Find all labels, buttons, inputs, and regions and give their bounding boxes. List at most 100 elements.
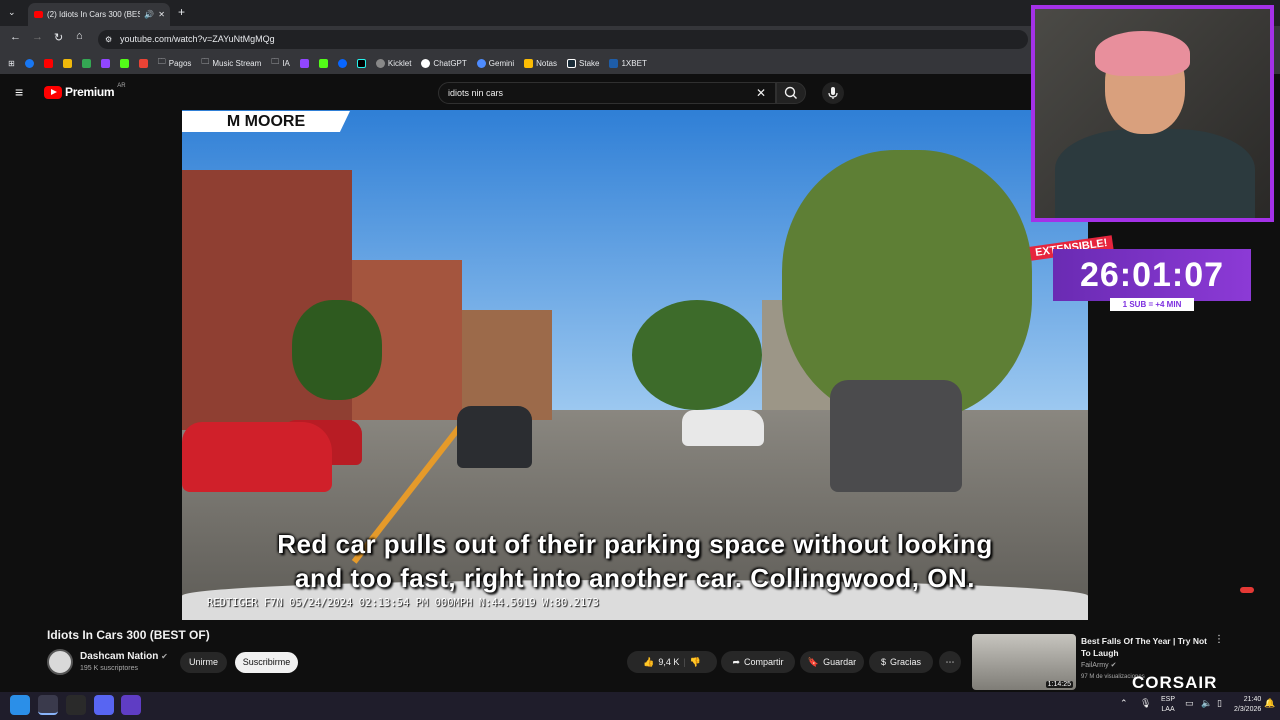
bookmark-stake[interactable]: Stake [567, 58, 599, 68]
volume-icon[interactable]: 🔈 [1201, 698, 1212, 709]
tab-audio-icon[interactable]: 🔊 [144, 10, 154, 19]
reload-icon[interactable]: ↻ [54, 31, 63, 44]
tab-list-icon[interactable]: ⌄ [8, 7, 16, 18]
tray-chevron-icon[interactable]: ⌃ [1120, 698, 1128, 709]
video-building [462, 310, 552, 420]
tray-mic-icon[interactable]: 🎙 [1140, 698, 1151, 709]
bookmark-drive-icon[interactable] [81, 58, 91, 68]
chrome-icon[interactable] [38, 695, 58, 715]
verified-icon: ✔ [161, 652, 168, 661]
video-red-car [182, 422, 332, 492]
microphone-icon [828, 87, 838, 99]
recommended-video-thumbnail[interactable]: 1:14:25 [972, 634, 1076, 690]
network-icon[interactable]: ▭ [1185, 698, 1194, 709]
bookmark-twitch2-icon[interactable] [299, 58, 309, 68]
battery-icon[interactable]: ▯ [1217, 698, 1222, 709]
home-icon[interactable]: ⌂ [76, 30, 83, 42]
taskbar-clock[interactable]: 21:40 2/3/2026 [1234, 695, 1261, 715]
bookmark-kick2-icon[interactable] [318, 58, 328, 68]
bookmark-tiktok-icon[interactable] [356, 58, 366, 68]
more-icon: ⋯ [945, 656, 955, 667]
join-button[interactable]: Unirme [180, 652, 227, 673]
folder-icon: 🗀 [271, 57, 280, 66]
bookmark-folder-music-stream[interactable]: 🗀 Music Stream [201, 56, 261, 70]
menu-icon[interactable]: ≡ [15, 85, 29, 99]
tab-title: (2) Idiots In Cars 300 (BEST [47, 10, 141, 19]
thanks-button[interactable]: $ Gracias [869, 651, 933, 673]
discord-icon[interactable] [94, 695, 114, 715]
search-value: idiots nin cars [448, 88, 504, 98]
video-tree [292, 300, 382, 400]
site-info-icon[interactable]: ⚙ [105, 30, 112, 49]
voice-search-button[interactable] [822, 82, 844, 104]
bookmark-kick-icon[interactable] [119, 58, 129, 68]
bookmark-twitch-icon[interactable] [100, 58, 110, 68]
video-duration: 1:14:25 [1045, 681, 1073, 688]
bookmark-chatgpt[interactable]: ChatGPT [421, 58, 467, 68]
search-input[interactable]: idiots nin cars ✕ [438, 82, 776, 104]
recommended-more-icon[interactable]: ⋮ [1214, 634, 1224, 645]
live-indicator-icon [1240, 587, 1254, 593]
dashcam-info: REDTIGER F7N 05/24/2024 02:13:54 PM 000M… [207, 597, 599, 609]
bookmark-binance-icon[interactable] [62, 58, 72, 68]
bookmark-facebook-icon[interactable] [24, 58, 34, 68]
bookmark-1xbet[interactable]: 1XBET [609, 58, 647, 68]
save-button[interactable]: 🔖 Guardar [800, 651, 864, 673]
search-button[interactable] [776, 82, 806, 104]
share-button[interactable]: ➦ Compartir [721, 651, 795, 673]
bookmark-folder-ia[interactable]: 🗀 IA [271, 56, 290, 70]
app-icon[interactable] [121, 695, 141, 715]
windows-taskbar [0, 692, 1280, 720]
recommended-video-title[interactable]: Best Falls Of The Year | Try Not To Laug… [1081, 635, 1211, 659]
bookmark-youtube-icon[interactable] [43, 58, 53, 68]
notification-icon[interactable]: 🔔 [1264, 698, 1275, 709]
youtube-favicon-icon [34, 11, 43, 18]
dislike-button[interactable]: 👎 [690, 657, 701, 668]
caption-line-1: Red car pulls out of their parking space… [277, 529, 993, 559]
folder-icon: 🗀 [157, 57, 166, 66]
bookmark-gemini[interactable]: Gemini [476, 58, 514, 68]
bookmark-notas[interactable]: Notas [524, 58, 557, 68]
clear-search-icon[interactable]: ✕ [756, 83, 766, 103]
tab-close-icon[interactable]: ✕ [158, 10, 170, 19]
channel-avatar[interactable] [47, 649, 73, 675]
logo-text: Premium [65, 85, 115, 99]
corsair-logo: CORSAIR [1132, 673, 1218, 692]
share-icon: ➦ [732, 656, 741, 667]
recommended-channel[interactable]: FailArmy ✔ [1081, 661, 1116, 669]
back-icon[interactable]: ← [10, 31, 21, 43]
video-car [682, 410, 764, 446]
bookmark-kicklet[interactable]: Kicklet [375, 58, 411, 68]
bookmark-gmail-icon[interactable] [138, 58, 148, 68]
webcam-person-shirt [1055, 129, 1255, 218]
address-bar[interactable]: ⚙ youtube.com/watch?v=ZAYuNtMgMQg [98, 30, 1028, 49]
forward-icon[interactable]: → [32, 31, 43, 43]
video-car [457, 406, 532, 468]
subscriber-count: 195 K suscriptores [80, 665, 138, 672]
bookmark-meta-icon[interactable] [337, 58, 347, 68]
new-tab-button[interactable]: + [178, 5, 185, 19]
apps-icon[interactable]: ⊞ [8, 59, 15, 68]
language-indicator[interactable]: ESP LAA [1161, 695, 1175, 715]
subscribe-button[interactable]: Suscribirme [235, 652, 298, 673]
youtube-play-icon [44, 85, 62, 99]
video-caption: Red car pulls out of their parking space… [182, 527, 1088, 595]
folder-icon: 🗀 [201, 57, 210, 66]
video-title: Idiots In Cars 300 (BEST OF) [47, 628, 210, 642]
start-icon[interactable] [10, 695, 30, 715]
thumb-up-icon: 👍 [643, 656, 655, 667]
obs-icon[interactable] [66, 695, 86, 715]
url-text: youtube.com/watch?v=ZAYuNtMgMQg [120, 34, 275, 44]
youtube-premium-logo[interactable]: Premium AR [44, 83, 126, 99]
timer-rule: 1 SUB = +4 MIN [1110, 298, 1194, 311]
webcam-person-hair [1095, 31, 1190, 76]
like-button[interactable]: 👍 9,4 K [643, 657, 679, 668]
more-actions-button[interactable]: ⋯ [939, 651, 961, 673]
webcam-overlay [1031, 5, 1274, 222]
caption-line-2: and too fast, right into another car. Co… [295, 563, 975, 593]
bookmark-folder-pagos[interactable]: 🗀 Pagos [158, 56, 192, 70]
bookmark-icon: 🔖 [807, 656, 820, 667]
channel-name[interactable]: Dashcam Nation ✔ [80, 651, 168, 662]
subathon-timer: 26:01:07 [1053, 249, 1251, 301]
browser-tab[interactable]: (2) Idiots In Cars 300 (BEST 🔊 ✕ [28, 3, 170, 26]
